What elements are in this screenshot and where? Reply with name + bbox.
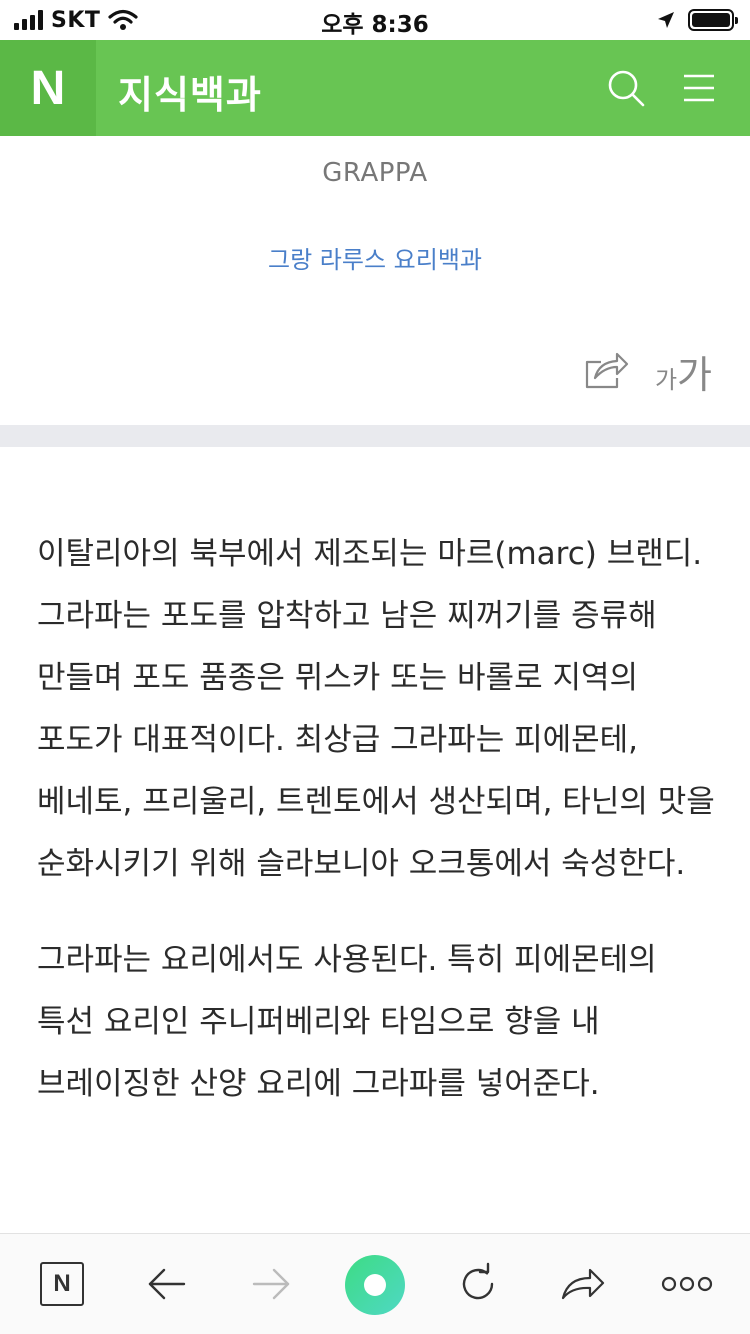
- back-button[interactable]: [137, 1254, 197, 1314]
- article-tools: 가 가: [583, 344, 712, 399]
- naver-home-icon: N: [40, 1262, 84, 1306]
- more-button[interactable]: [657, 1254, 717, 1314]
- status-right: [656, 8, 738, 32]
- entry-title: GRAPPA: [322, 158, 428, 188]
- arrow-right-icon: [252, 1268, 290, 1300]
- share-page-button[interactable]: [553, 1254, 613, 1314]
- menu-button[interactable]: [673, 62, 725, 114]
- hamburger-menu-icon: [684, 74, 714, 102]
- location-arrow-icon: [658, 12, 674, 28]
- article-paragraph: 그라파는 요리에서도 사용된다. 특히 피에몬테의 특선 요리인 주니퍼베리와 …: [37, 942, 657, 1102]
- logo-letter: N: [30, 61, 66, 115]
- bottom-toolbar: N: [0, 1233, 750, 1334]
- share-icon: [585, 352, 629, 389]
- search-icon: [608, 70, 645, 107]
- status-bar: SKT 오후 8:36: [0, 0, 750, 40]
- source-link[interactable]: 그랑 라루스 요리백과: [0, 240, 750, 275]
- font-small-label: 가: [654, 365, 678, 394]
- share-arrow-icon: [561, 1268, 605, 1300]
- green-dot-icon: [364, 1274, 386, 1296]
- share-button[interactable]: [583, 348, 629, 394]
- battery-icon: [688, 9, 738, 31]
- font-large-label: 가: [677, 352, 712, 397]
- search-button[interactable]: [600, 62, 652, 114]
- page-title[interactable]: 지식백과: [118, 64, 262, 119]
- naver-home-button[interactable]: N: [32, 1254, 92, 1314]
- font-size-button[interactable]: 가 가: [655, 344, 712, 399]
- section-divider: [0, 425, 750, 447]
- refresh-icon: [462, 1262, 494, 1300]
- more-icon: [661, 1276, 713, 1292]
- naver-logo[interactable]: N: [0, 40, 96, 136]
- status-time: 오후 8:36: [321, 12, 429, 38]
- app-header: N 지식백과: [0, 40, 750, 136]
- refresh-button[interactable]: [448, 1254, 508, 1314]
- article-body: 이탈리아의 북부에서 제조되는 마르(marc) 브랜디. 그라파는 포도를 압…: [37, 523, 717, 1149]
- forward-button[interactable]: [241, 1254, 301, 1314]
- arrow-left-icon: [148, 1268, 186, 1300]
- article-paragraph: 이탈리아의 북부에서 제조되는 마르(marc) 브랜디. 그라파는 포도를 압…: [37, 536, 715, 882]
- green-dot-button[interactable]: [345, 1255, 405, 1315]
